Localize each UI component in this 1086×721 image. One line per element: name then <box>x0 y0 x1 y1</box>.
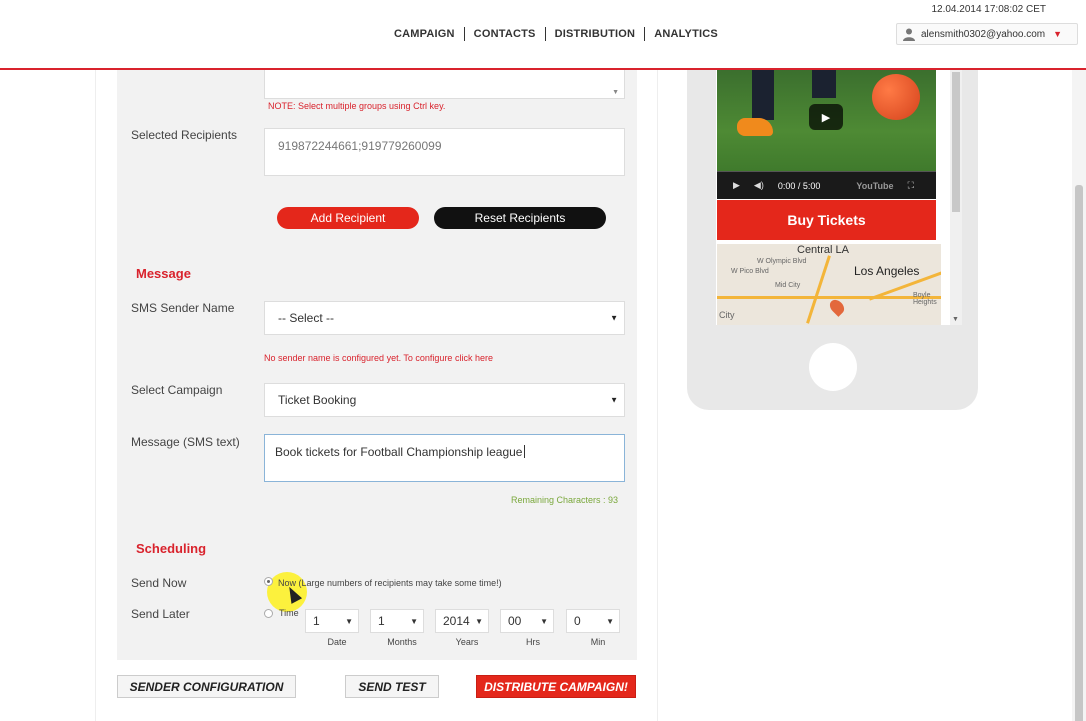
chevron-down-icon: ▼ <box>345 616 353 626</box>
scroll-down-icon: ▼ <box>612 89 619 96</box>
page-scrollbar[interactable] <box>1072 70 1086 721</box>
message-section-title: Message <box>136 266 191 281</box>
sender-config-note[interactable]: No sender name is configured yet. To con… <box>264 353 493 363</box>
user-menu[interactable]: alensmith0302@yahoo.com ▼ <box>896 23 1078 45</box>
video-time: 0:00 / 5:00 <box>777 180 821 191</box>
video-thumbnail-detail <box>737 118 773 136</box>
years-value: 2014 <box>443 614 470 628</box>
map-pin-icon <box>827 297 847 317</box>
chevron-down-icon: ▼ <box>610 395 618 405</box>
nav-analytics[interactable]: ANALYTICS <box>645 27 727 41</box>
select-campaign-label: Select Campaign <box>131 383 223 397</box>
chevron-down-icon: ▼ <box>410 616 418 626</box>
chevron-down-icon: ▼ <box>475 616 483 626</box>
sms-text-value: Book tickets for Football Championship l… <box>275 445 523 459</box>
groups-note: NOTE: Select multiple groups using Ctrl … <box>268 101 446 111</box>
fullscreen-icon[interactable]: ⛶ <box>908 180 914 191</box>
select-campaign-value: Ticket Booking <box>278 393 357 407</box>
send-now-option-label: Now (Large numbers of recipients may tak… <box>278 578 502 588</box>
scroll-down-icon[interactable]: ▼ <box>952 316 959 323</box>
map-road <box>717 296 941 299</box>
map-preview[interactable]: Central LA Los Angeles W Pico Blvd W Oly… <box>717 244 941 325</box>
video-player[interactable]: ▶ ▶ ◀) 0:00 / 5:00 YouTube ⛶ <box>717 70 936 199</box>
chevron-down-icon: ▼ <box>606 616 614 626</box>
volume-icon[interactable]: ◀) <box>754 180 764 191</box>
chevron-down-icon: ▼ <box>540 616 548 626</box>
minutes-label: Min <box>590 637 606 647</box>
reset-recipients-button[interactable]: Reset Recipients <box>434 207 606 229</box>
youtube-logo[interactable]: YouTube <box>856 181 893 191</box>
user-icon <box>903 28 915 41</box>
play-icon[interactable]: ▶ <box>809 104 843 130</box>
hours-label: Hrs <box>526 637 540 647</box>
map-label-city: City <box>719 310 735 320</box>
hours-value: 00 <box>508 614 522 628</box>
date-label: Date <box>327 637 347 647</box>
remaining-characters: Remaining Characters : 93 <box>511 495 619 505</box>
video-thumbnail-detail <box>812 70 836 98</box>
send-later-label: Send Later <box>131 607 190 621</box>
date-value: 1 <box>313 614 320 628</box>
selected-recipients-field[interactable]: 919872244661;919779260099 <box>264 128 625 176</box>
phone-scrollbar[interactable]: ▼ <box>950 70 962 325</box>
time-label: Time <box>279 608 299 618</box>
nav-campaign[interactable]: CAMPAIGN <box>385 27 465 41</box>
phone-scrollbar-thumb[interactable] <box>952 72 960 212</box>
distribute-campaign-button[interactable]: DISTRIBUTE CAMPAIGN! <box>476 675 636 698</box>
video-thumbnail-detail <box>752 70 774 120</box>
minutes-select[interactable]: 0 ▼ <box>566 609 620 633</box>
send-test-button[interactable]: SEND TEST <box>345 675 439 698</box>
buy-tickets-button[interactable]: Buy Tickets <box>717 200 936 240</box>
page-scrollbar-thumb[interactable] <box>1075 185 1083 721</box>
map-label-pico: W Pico Blvd <box>731 268 769 275</box>
years-select[interactable]: 2014 ▼ <box>435 609 489 633</box>
user-email: alensmith0302@yahoo.com <box>921 28 1046 40</box>
minutes-value: 0 <box>574 614 581 628</box>
nav-distribution[interactable]: DISTRIBUTION <box>546 27 646 41</box>
years-label: Years <box>455 637 479 647</box>
video-controls: ▶ ◀) 0:00 / 5:00 YouTube ⛶ <box>717 172 936 199</box>
selected-recipients-value: 919872244661;919779260099 <box>278 139 442 153</box>
groups-select[interactable]: ▼ <box>264 70 625 99</box>
sms-text-label: Message (SMS text) <box>131 435 240 449</box>
send-now-label: Send Now <box>131 576 187 590</box>
sms-sender-label: SMS Sender Name <box>131 301 235 315</box>
hours-select[interactable]: 00 ▼ <box>500 609 554 633</box>
map-label-boyle: Boyle Heights <box>913 292 937 306</box>
sms-sender-value: -- Select -- <box>278 311 335 325</box>
months-label: Months <box>387 637 417 647</box>
sms-sender-select[interactable]: -- Select -- ▼ <box>264 301 625 335</box>
send-now-radio[interactable] <box>264 577 273 586</box>
months-value: 1 <box>378 614 385 628</box>
datetime: 12.04.2014 17:08:02 CET <box>931 4 1046 15</box>
months-select[interactable]: 1 ▼ <box>370 609 424 633</box>
date-select[interactable]: 1 ▼ <box>305 609 359 633</box>
text-cursor <box>524 445 526 458</box>
nav-contacts[interactable]: CONTACTS <box>465 27 546 41</box>
sms-text-field[interactable]: Book tickets for Football Championship l… <box>264 434 625 482</box>
map-label-olympic: W Olympic Blvd <box>757 258 807 265</box>
main-nav: CAMPAIGN CONTACTS DISTRIBUTION ANALYTICS <box>385 27 727 41</box>
select-campaign-select[interactable]: Ticket Booking ▼ <box>264 383 625 417</box>
map-label-central: Central LA <box>797 244 849 256</box>
map-label-midcity: Mid City <box>775 282 801 289</box>
map-road <box>806 255 831 324</box>
map-label-la: Los Angeles <box>854 264 920 278</box>
phone-home-button <box>809 343 857 391</box>
video-thumbnail-ball <box>872 74 920 120</box>
selected-recipients-label: Selected Recipients <box>131 128 238 142</box>
play-small-icon[interactable]: ▶ <box>733 180 740 191</box>
top-bar: 12.04.2014 17:08:02 CET CAMPAIGN CONTACT… <box>0 0 1086 70</box>
chevron-down-icon: ▼ <box>610 313 618 323</box>
scheduling-section-title: Scheduling <box>136 541 207 556</box>
add-recipient-button[interactable]: Add Recipient <box>277 207 419 229</box>
sender-configuration-button[interactable]: SENDER CONFIGURATION <box>117 675 296 698</box>
chevron-down-icon: ▼ <box>1053 29 1063 39</box>
send-later-radio[interactable] <box>264 609 273 618</box>
